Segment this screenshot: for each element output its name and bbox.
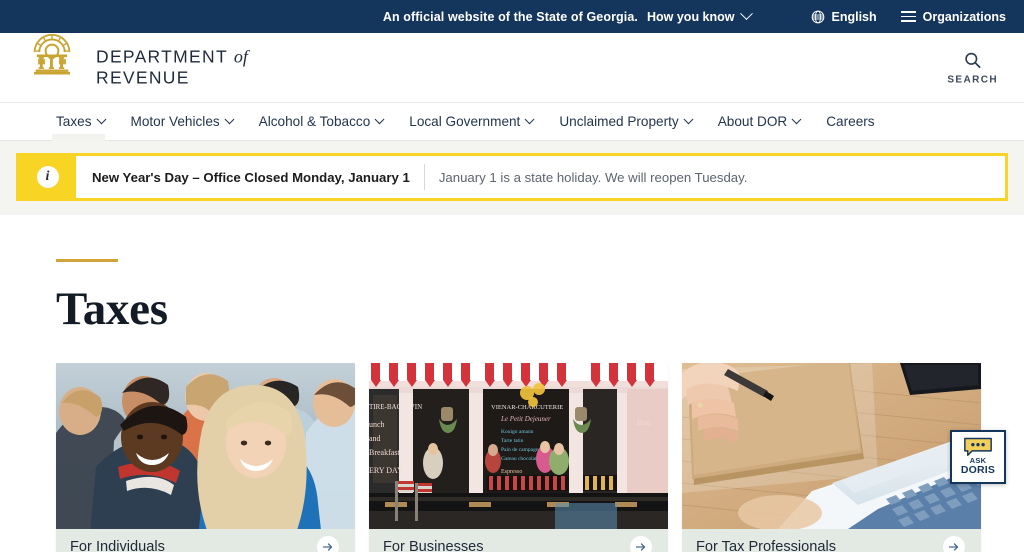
svg-text:TIRE-BACLAVIN: TIRE-BACLAVIN [369,403,422,411]
svg-text:VIENAR-CHARCUTERIE: VIENAR-CHARCUTERIE [491,404,563,411]
arrow-right-icon[interactable] [630,536,652,552]
svg-text:Kouign amann: Kouign amann [501,429,534,435]
nav-item-label: About DOR [717,114,788,129]
chevron-down-icon [791,114,802,125]
svg-text:Tarte tatin: Tarte tatin [501,438,524,444]
card-footer: For Individuals [56,529,355,552]
agency-name-line2: REVENUE [96,67,190,88]
nav-item-label: Alcohol & Tobacco [258,114,371,129]
nav-item-local-government[interactable]: Local Government [409,103,546,140]
language-selector[interactable]: English [811,10,877,24]
svg-text:Bou: Bou [637,418,650,427]
card-for-businesses[interactable]: TIRE-BACLAVIN VIENAR-CHARCUTERIE Le Peti… [369,363,668,552]
card-label: For Individuals [70,539,165,552]
card-footer: For Tax Professionals [682,529,981,552]
how-you-know-label: How you know [647,9,735,24]
svg-text:unch: unch [369,420,385,429]
svg-text:Breakfast: Breakfast [369,448,400,457]
organizations-label: Organizations [922,9,1006,24]
nav-item-motor-vehicles[interactable]: Motor Vehicles [131,103,246,140]
audience-card-grid: For Individuals TIRE-BACLAVIN VIENAR-CHA… [56,363,981,552]
chat-bubble-icon [964,437,992,456]
chevron-down-icon [224,114,235,125]
nav-item-label: Careers [826,114,875,129]
info-icon: i [36,166,59,188]
nav-item-label: Local Government [409,114,521,129]
alert-icon-column: i [19,156,76,198]
svg-text:Gateau chocolat: Gateau chocolat [501,456,537,462]
alert-description: January 1 is a state holiday. We will re… [438,169,748,185]
globe-icon [811,10,824,23]
svg-text:ERY DAY: ERY DAY [369,466,403,475]
title-rule [56,259,118,262]
alert-body: New Year's Day – Office Closed Monday, J… [76,156,1005,198]
nav-item-label: Motor Vehicles [130,114,220,129]
svg-text:Espresso: Espresso [501,469,522,475]
agency-name-line1: DEPARTMENT of [96,46,248,68]
chevron-down-icon [96,114,106,125]
crowd-of-smiling-young-people-photo [56,363,355,529]
search-label: SEARCH [947,74,998,85]
agency-name: DEPARTMENT of REVENUE [96,46,248,89]
alert-band: i New Year's Day – Office Closed Monday,… [0,141,1024,215]
page-title: Taxes [56,283,168,335]
chevron-down-icon [683,114,694,125]
svg-text:Pain de campagne: Pain de campagne [501,447,542,453]
ask-doris-ask-label: ASK [969,455,987,465]
nav-item-unclaimed-property[interactable]: Unclaimed Property [559,103,704,140]
agency-department-word: DEPARTMENT [96,45,228,66]
alert-title: New Year's Day – Office Closed Monday, J… [92,169,410,185]
card-footer: For Businesses [369,529,668,552]
page-root: An official website of the State of Geor… [0,0,1024,552]
language-label: English [831,9,877,24]
arrow-right-icon[interactable] [317,536,339,552]
arrow-right-icon[interactable] [943,536,965,552]
agency-of-word: of [233,45,248,66]
nav-item-label: Unclaimed Property [559,114,679,129]
chevron-down-icon [739,7,753,21]
svg-text:Le Petit Dejeuner: Le Petit Dejeuner [500,415,551,423]
primary-navigation: Taxes Motor Vehicles Alcohol & Tobacco Loca… [0,103,1024,141]
site-alert[interactable]: i New Year's Day – Office Closed Monday,… [16,153,1008,201]
search-button[interactable]: SEARCH [947,50,998,85]
nav-item-about-dor[interactable]: About DOR [718,103,814,140]
official-website-text: An official website of the State of Geor… [382,9,638,24]
organizations-menu[interactable]: Organizations [900,9,1006,24]
nav-item-taxes[interactable]: Taxes [52,103,118,141]
small-business-storefront-photo: TIRE-BACLAVIN VIENAR-CHARCUTERIE Le Peti… [369,363,668,529]
search-icon [965,52,981,68]
svg-text:and: and [369,434,381,443]
card-for-tax-professionals[interactable]: For Tax Professionals [682,363,981,552]
card-for-individuals[interactable]: For Individuals [56,363,355,552]
state-utility-bar: An official website of the State of Geor… [0,0,1024,33]
ask-doris-name-label: DORIS [960,464,996,477]
list-menu-icon [900,11,916,22]
hands-writing-beside-laptop-photo [682,363,981,529]
chevron-down-icon [374,114,385,125]
card-label: For Tax Professionals [696,539,837,552]
how-you-know-toggle[interactable]: How you know [647,7,753,24]
alert-divider [423,164,425,190]
main-content: Taxes For Individuals TIRE-BACLAVIN VIEN… [0,259,1024,552]
site-masthead: DEPARTMENT of REVENUE SEARCH [0,15,1024,103]
card-label: For Businesses [383,539,484,552]
nav-item-alcohol-tobacco[interactable]: Alcohol & Tobacco [259,103,397,140]
nav-item-label: Taxes [56,114,92,129]
ask-doris-chat-widget[interactable]: ASK DORIS [950,430,1006,484]
nav-item-careers[interactable]: Careers [826,103,887,140]
chevron-down-icon [524,114,535,125]
